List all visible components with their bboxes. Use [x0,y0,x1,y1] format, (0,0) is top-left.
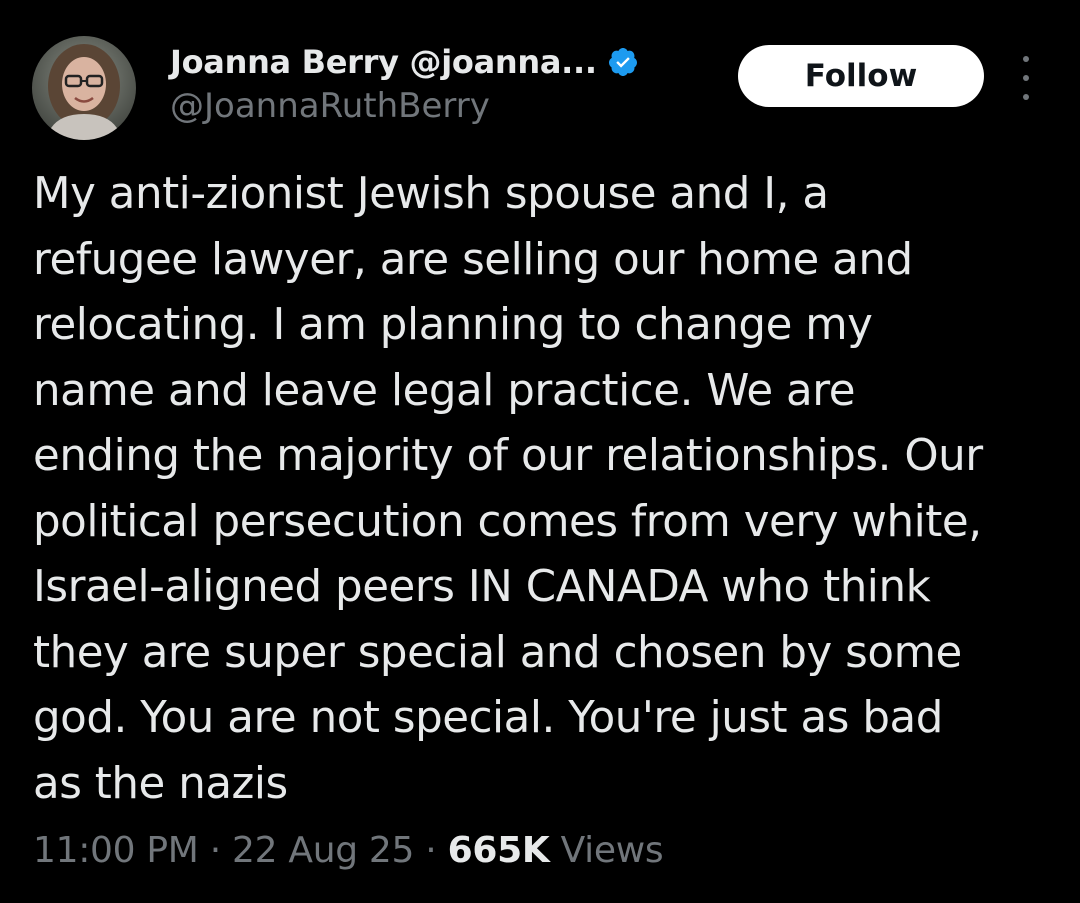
tweet-text-line: relocating. I am planning to change my [33,300,873,350]
tweet-meta: 11:00 PM · 22 Aug 25 · 665K Views [33,830,664,871]
verified-badge-icon[interactable] [607,46,639,78]
avatar[interactable] [32,36,136,140]
tweet-text-line: Israel-aligned peers IN CANADA who think [33,562,931,612]
tweet-time[interactable]: 11:00 PM [33,830,199,871]
tweet-text-line: My anti-zionist Jewish spouse and I, a [33,169,829,219]
tweet-text-line: ending the majority of our relationships… [33,431,983,481]
more-dot [1023,56,1029,62]
meta-separator: · [425,830,437,871]
tweet-date[interactable]: 22 Aug 25 [232,830,414,871]
more-dot [1023,94,1029,100]
views-label: Views [560,830,664,871]
tweet-text-line: refugee lawyer, are selling our home and [33,234,913,285]
meta-separator: · [209,830,221,871]
tweet-text-line: god. You are not special. You're just as… [33,693,943,743]
follow-button[interactable]: Follow [738,45,984,107]
more-dot [1023,75,1029,81]
tweet-text-line: they are super special and chosen by som… [33,627,962,678]
author-display-name[interactable]: Joanna Berry @joanna... [170,43,597,81]
author-name-row: Joanna Berry @joanna... [170,38,639,86]
tweet-text-line: name and leave legal practice. We are [33,365,856,416]
avatar-photo [32,36,136,140]
tweet-text-line: as the nazis [33,758,288,809]
views-count[interactable]: 665K [448,830,550,871]
author-handle[interactable]: @JoannaRuthBerry [170,86,490,126]
tweet: Joanna Berry @joanna... @JoannaRuthBerry… [0,0,1080,903]
tweet-text-line: political persecution comes from very wh… [33,496,982,547]
more-vertical-icon[interactable] [1012,56,1040,100]
tweet-text: My anti-zionist Jewish spouse and I, a r… [33,162,1063,817]
